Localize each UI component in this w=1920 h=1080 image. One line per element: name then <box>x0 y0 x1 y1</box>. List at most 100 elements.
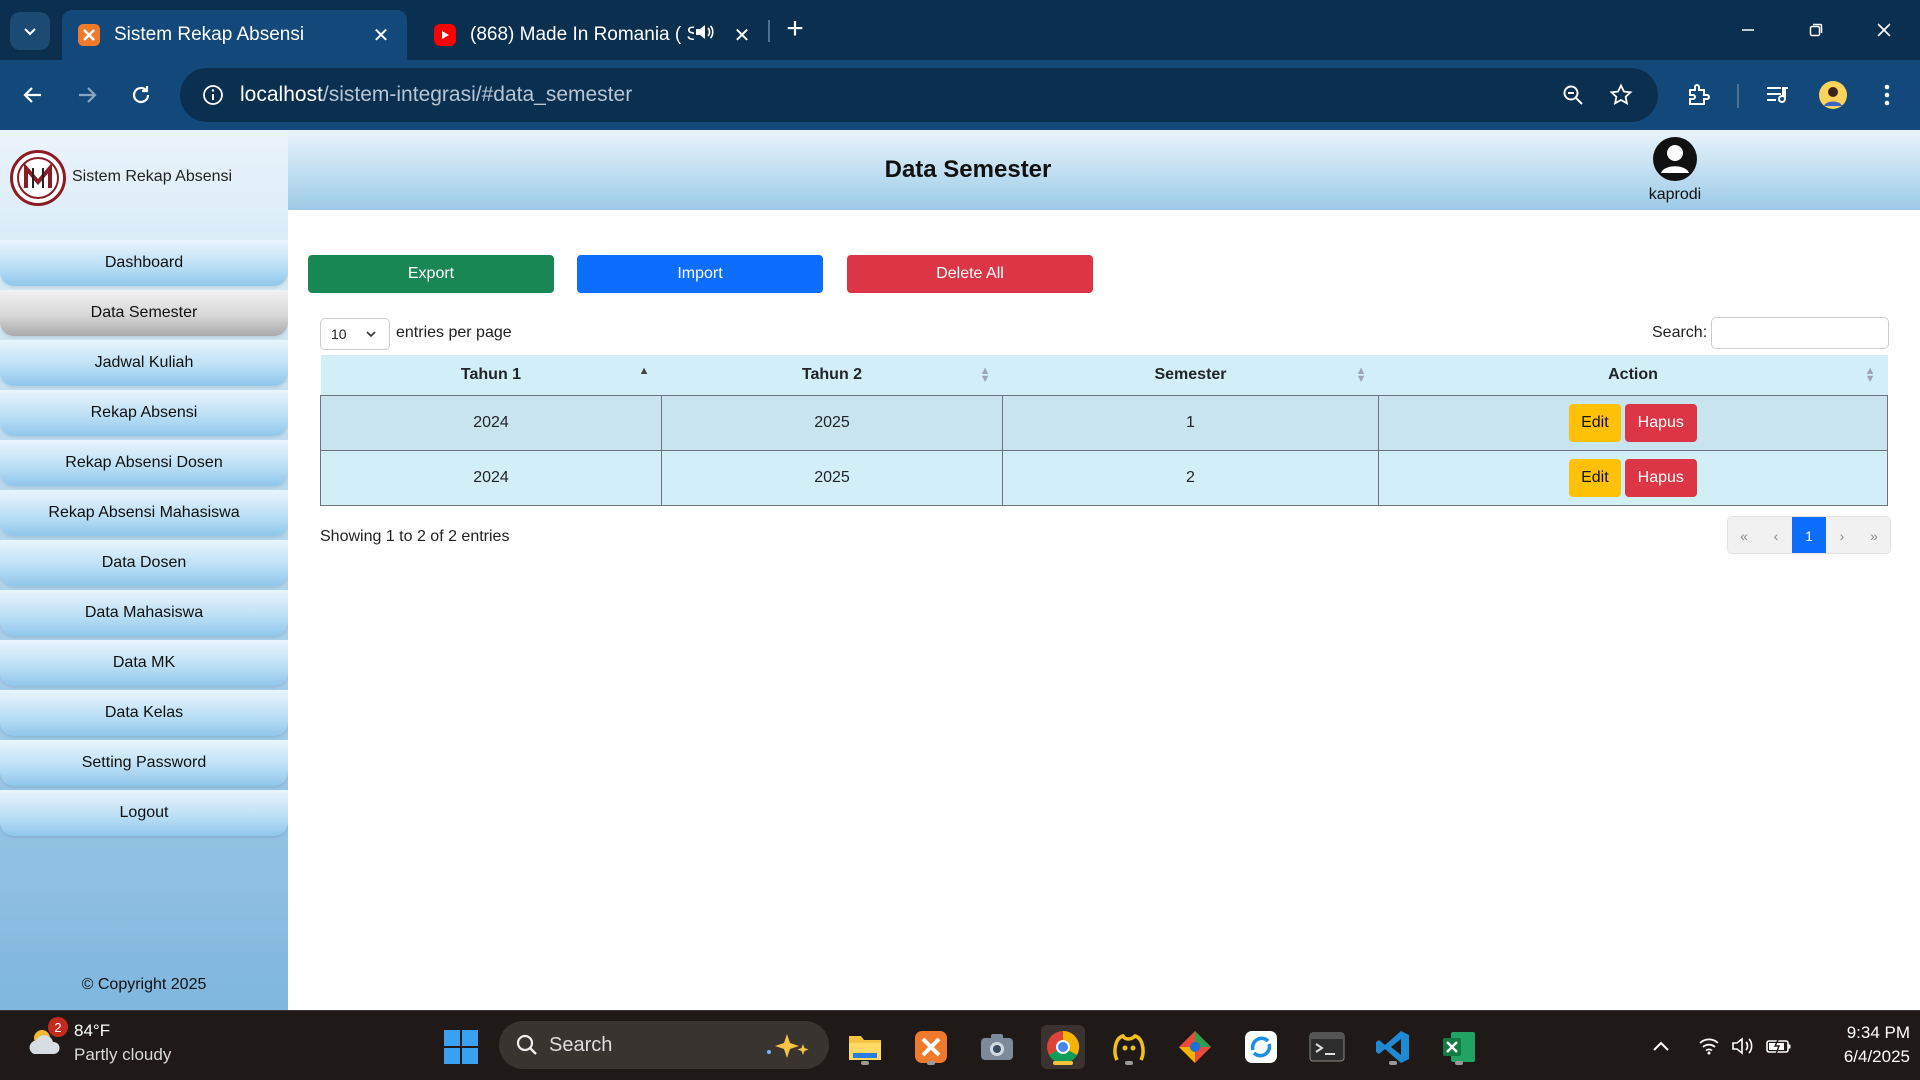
show-hidden-icons-chevron-up-icon[interactable] <box>1646 1031 1676 1061</box>
edit-button[interactable]: Edit <box>1569 458 1621 497</box>
sidebar-item-data-semester[interactable]: Data Semester <box>0 290 288 336</box>
navicat-icon[interactable] <box>1107 1025 1151 1069</box>
column-header-tahun2[interactable]: Tahun 2 ▲ ▼ <box>661 355 1003 396</box>
delete-button[interactable]: Hapus <box>1624 458 1697 497</box>
xampp-icon[interactable] <box>909 1025 953 1069</box>
export-button[interactable]: Export <box>308 255 554 293</box>
table-info: Showing 1 to 2 of 2 entries <box>320 528 510 545</box>
restore-icon[interactable] <box>1786 10 1846 50</box>
column-header-action[interactable]: Action ▲ ▼ <box>1378 355 1888 396</box>
sidebar-item-rekap-absensi[interactable]: Rekap Absensi <box>0 390 288 436</box>
brand-name: Sistem Rekap Absensi <box>72 168 233 185</box>
terminal-icon[interactable] <box>1305 1025 1349 1069</box>
tab-separator <box>768 20 770 42</box>
sidebar-item-data-mahasiswa[interactable]: Data Mahasiswa <box>0 590 288 636</box>
vscode-icon[interactable] <box>1371 1025 1415 1069</box>
file-explorer-icon[interactable] <box>843 1025 887 1069</box>
weather-condition: Partly cloudy <box>74 1045 172 1064</box>
cell-tahun2: 2025 <box>661 449 1003 506</box>
sidebar-item-data-kelas[interactable]: Data Kelas <box>0 690 288 736</box>
address-bar[interactable]: localhost/sistem-integrasi/#data_semeste… <box>180 68 1658 122</box>
page-last-button[interactable]: » <box>1858 517 1890 553</box>
excel-icon[interactable] <box>1437 1025 1481 1069</box>
wifi-icon[interactable] <box>1694 1031 1724 1061</box>
sidebar-item-dashboard[interactable]: Dashboard <box>0 240 288 286</box>
running-indicator <box>1053 1061 1073 1065</box>
import-button[interactable]: Import <box>577 255 823 293</box>
camera-icon[interactable] <box>975 1025 1019 1069</box>
column-header-semester[interactable]: Semester ▲ ▼ <box>1002 355 1379 396</box>
sync-app-icon[interactable] <box>1239 1025 1283 1069</box>
edit-button[interactable]: Edit <box>1569 403 1621 442</box>
start-windows-icon[interactable] <box>439 1025 483 1069</box>
browser-toolbar: localhost/sistem-integrasi/#data_semeste… <box>0 60 1920 130</box>
delete-button[interactable]: Hapus <box>1624 403 1697 442</box>
cell-tahun1: 2024 <box>320 394 662 451</box>
speaker-icon[interactable] <box>694 23 714 47</box>
tab-title: (868) Made In Romania ( Sl <box>470 24 694 45</box>
column-header-tahun1[interactable]: Tahun 1 ▲ <box>320 355 662 396</box>
back-arrow-icon[interactable] <box>14 76 52 114</box>
taskbar-search[interactable]: Search <box>499 1021 829 1069</box>
taskbar-search-label: Search <box>549 1033 613 1056</box>
forward-arrow-icon[interactable] <box>68 76 106 114</box>
profile-avatar-icon[interactable] <box>1813 76 1853 114</box>
extensions-icon[interactable] <box>1679 76 1719 114</box>
cell-tahun1: 2024 <box>320 449 662 506</box>
delete-all-button[interactable]: Delete All <box>847 255 1093 293</box>
url-text: localhost/sistem-integrasi/#data_semeste… <box>240 83 633 106</box>
sidebar-item-data-mk[interactable]: Data MK <box>0 640 288 686</box>
user-avatar-icon[interactable] <box>1652 136 1698 182</box>
youtube-favicon-icon <box>434 24 456 46</box>
bookmark-star-icon[interactable] <box>1602 76 1640 114</box>
site-info-icon[interactable] <box>194 76 232 114</box>
weather-widget[interactable]: 2 84°F Partly cloudy <box>26 1017 172 1067</box>
user-name[interactable]: kaprodi <box>1625 186 1725 204</box>
minimize-icon[interactable] <box>1718 10 1778 50</box>
weather-temp: 84°F <box>74 1021 111 1040</box>
tab-sistem-rekap[interactable]: Sistem Rekap Absensi ✕ <box>62 10 407 60</box>
clock-time: 9:34 PM <box>1846 1023 1910 1042</box>
semester-table: Tahun 1 ▲ Tahun 2 ▲ ▼ Semester ▲ ▼ Action … <box>320 355 1888 506</box>
new-tab-icon[interactable]: + <box>780 14 810 46</box>
system-clock[interactable]: 9:34 PM 6/4/2025 <box>1810 1021 1910 1069</box>
entries-per-page-select[interactable]: 10 <box>320 318 390 350</box>
toolbar-separator <box>1737 84 1739 108</box>
running-indicator <box>927 1061 935 1065</box>
weather-badge: 2 <box>48 1017 68 1037</box>
volume-icon[interactable] <box>1728 1031 1758 1061</box>
sidebar-item-jadwal-kuliah[interactable]: Jadwal Kuliah <box>0 340 288 386</box>
tab-search-button[interactable] <box>10 12 50 50</box>
sidebar-item-rekap-absensi-mahasiswa[interactable]: Rekap Absensi Mahasiswa <box>0 490 288 536</box>
page-prev-button[interactable]: ‹ <box>1760 517 1792 553</box>
zoom-icon[interactable] <box>1554 76 1592 114</box>
media-control-icon[interactable] <box>1758 76 1798 114</box>
running-indicator <box>1389 1061 1397 1065</box>
main-content: Export Import Delete All 10 entries per … <box>288 210 1920 1010</box>
browser-tab-bar: Sistem Rekap Absensi ✕ (868) Made In Rom… <box>0 0 1920 60</box>
running-indicator <box>1455 1061 1463 1065</box>
close-tab-icon[interactable]: ✕ <box>371 23 391 48</box>
page-current-button[interactable]: 1 <box>1792 517 1826 553</box>
sidebar-item-logout[interactable]: Logout <box>0 790 288 836</box>
sort-icon: ▲ ▼ <box>1355 365 1367 385</box>
search-input[interactable] <box>1711 317 1889 349</box>
running-indicator <box>861 1061 869 1065</box>
battery-charging-icon[interactable] <box>1764 1031 1794 1061</box>
tab-youtube[interactable]: (868) Made In Romania ( Sl ✕ <box>418 10 768 60</box>
reload-icon[interactable] <box>122 76 160 114</box>
sidebar-item-data-dosen[interactable]: Data Dosen <box>0 540 288 586</box>
more-menu-icon[interactable] <box>1867 76 1907 114</box>
close-window-icon[interactable] <box>1854 10 1914 50</box>
git-tool-icon[interactable] <box>1173 1025 1217 1069</box>
brand[interactable]: Sistem Rekap Absensi <box>10 150 232 206</box>
page-next-button[interactable]: › <box>1826 517 1858 553</box>
sidebar-item-setting-password[interactable]: Setting Password <box>0 740 288 786</box>
cell-action: Edit Hapus <box>1378 394 1888 451</box>
page-first-button[interactable]: « <box>1728 517 1760 553</box>
table-row: 2024 2025 2 Edit Hapus <box>320 449 1888 506</box>
sidebar-item-rekap-absensi-dosen[interactable]: Rekap Absensi Dosen <box>0 440 288 486</box>
chevron-down-icon <box>24 28 36 36</box>
close-tab-icon[interactable]: ✕ <box>732 23 752 48</box>
chrome-icon[interactable] <box>1041 1025 1085 1069</box>
